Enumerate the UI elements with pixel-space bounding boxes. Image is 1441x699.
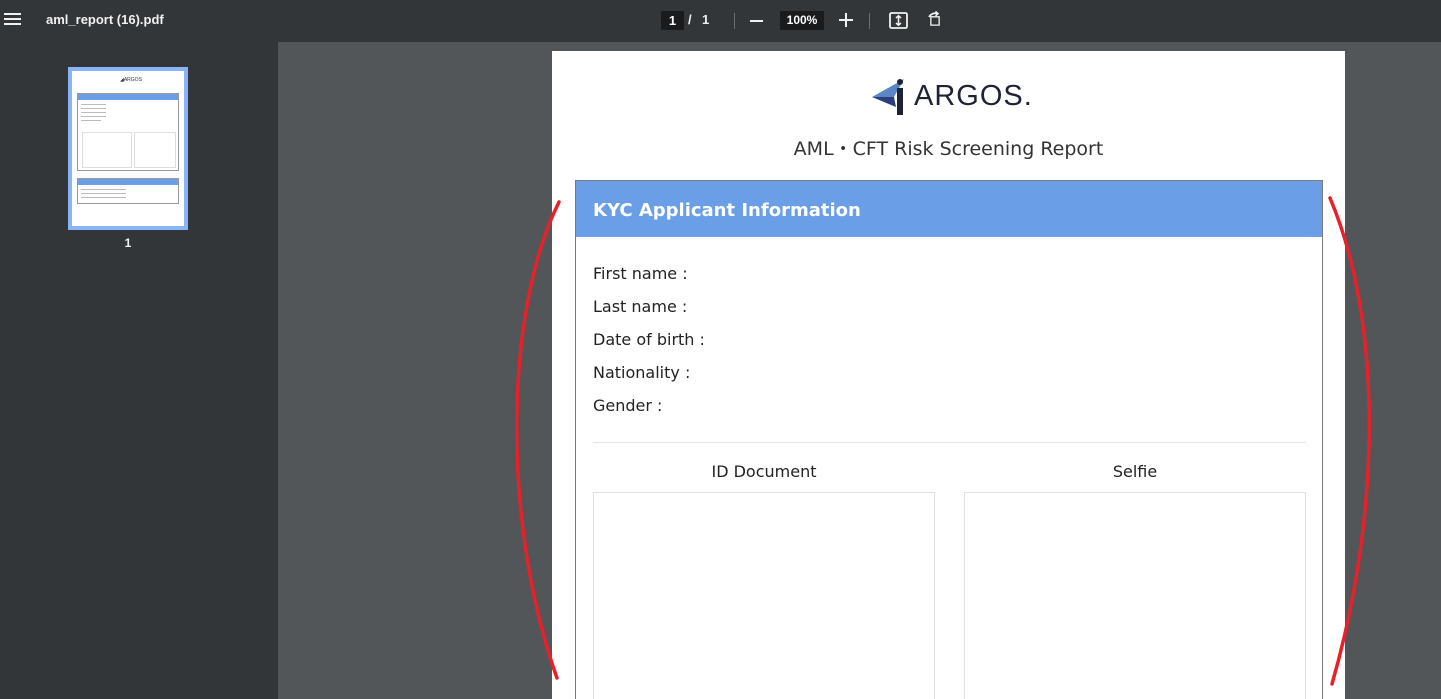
report-title: AML・CFT Risk Screening Report <box>793 138 1104 160</box>
kyc-section-title: KYC Applicant Information <box>593 200 861 221</box>
logo-text: ARGOS. <box>914 80 1033 112</box>
toolbar-divider <box>869 13 870 29</box>
date-of-birth-label: Date of birth : <box>593 330 705 349</box>
gender-label: Gender : <box>593 396 663 415</box>
thumbnail-preview: ◢ARGOS <box>72 71 184 226</box>
thumbnail-page-number: 1 <box>124 236 132 250</box>
thumbnail-logo: ◢ARGOS <box>120 77 142 83</box>
thumbnail-aml-section <box>77 178 179 204</box>
toolbar-divider <box>734 13 735 29</box>
document-title: aml_report (16).pdf <box>46 12 164 27</box>
pdf-toolbar: aml_report (16).pdf 1 / 1 100% <box>0 0 1441 42</box>
zoom-out-icon[interactable] <box>750 20 763 22</box>
section-divider <box>593 442 1306 443</box>
zoom-in-icon[interactable] <box>839 13 853 27</box>
last-name-label: Last name : <box>593 297 688 316</box>
selfie-label: Selfie <box>1112 462 1158 481</box>
id-document-label: ID Document <box>711 462 817 481</box>
page-separator: / <box>688 12 692 27</box>
id-document-image-box <box>593 492 935 699</box>
fit-to-page-icon[interactable] <box>889 12 908 29</box>
zoom-level-input[interactable]: 100% <box>780 11 824 30</box>
menu-icon[interactable] <box>4 12 21 26</box>
page-thumbnail[interactable]: ◢ARGOS <box>68 67 188 230</box>
rotate-icon[interactable] <box>925 11 945 31</box>
page-number-input[interactable]: 1 <box>661 11 684 30</box>
total-pages: 1 <box>702 12 710 27</box>
nationality-label: Nationality : <box>593 363 691 382</box>
selfie-image-box <box>964 492 1306 699</box>
first-name-label: First name : <box>593 264 688 283</box>
